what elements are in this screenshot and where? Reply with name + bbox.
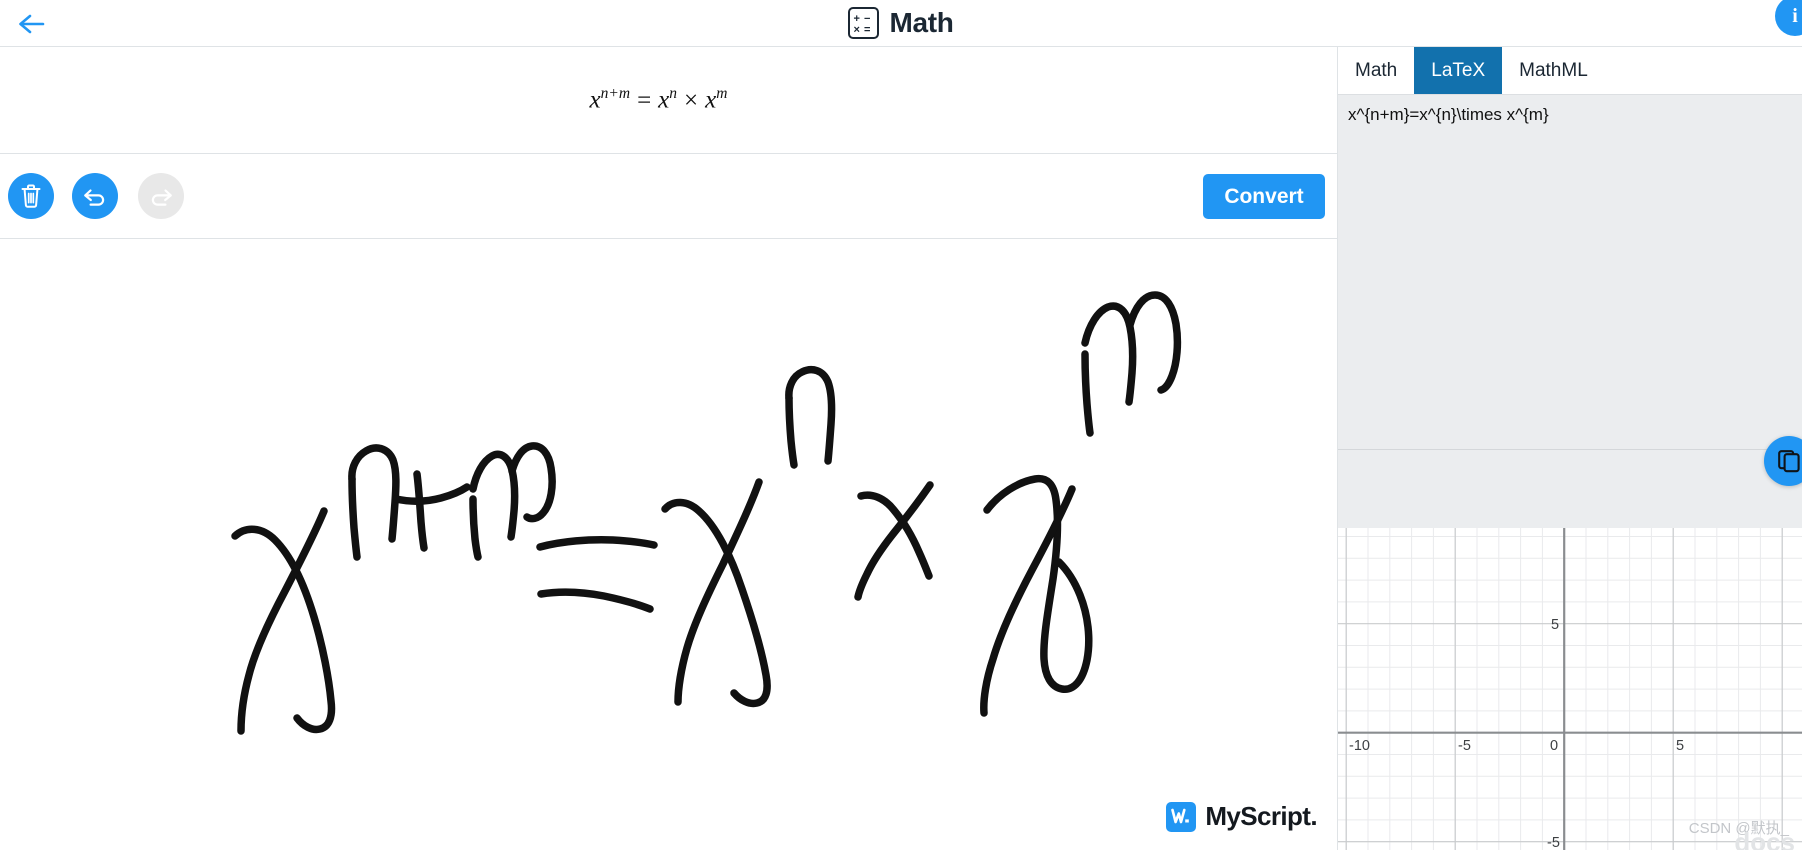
svg-text:=: =	[864, 24, 870, 34]
stroke-x3-slash	[980, 485, 1076, 717]
tab-latex[interactable]: LaTeX	[1414, 47, 1503, 94]
stroke-exp-m3-stem	[1081, 350, 1094, 437]
x-tick-0: 0	[1550, 738, 1558, 754]
graph-svg: -10 -5 0 5 5 -5	[1338, 528, 1802, 850]
myscript-wordmark: MyScript.	[1205, 801, 1317, 831]
result-base-2: x	[658, 86, 670, 114]
x-tick-neg5: -5	[1458, 738, 1471, 754]
app-root: + − × = Math i xn+m = xn × xm Convert My…	[0, 0, 1802, 850]
tab-math[interactable]: Math	[1338, 47, 1415, 94]
stroke-exp-m-stem	[469, 495, 482, 561]
myscript-logo: MyScript.	[1166, 801, 1318, 832]
result-equals: =	[637, 86, 652, 114]
stroke-x1-curve	[231, 525, 336, 734]
panel-secondary-area	[1338, 450, 1802, 528]
ink-canvas[interactable]: MyScript.	[0, 239, 1337, 850]
redo-button[interactable]	[138, 173, 184, 219]
result-exponent-1: n+m	[600, 85, 631, 103]
result-base-1: x	[589, 86, 601, 114]
undo-button[interactable]	[72, 173, 118, 219]
x-tick-5: 5	[1676, 738, 1684, 754]
info-icon-label: i	[1792, 4, 1798, 27]
stroke-exp-n-stem	[348, 475, 361, 561]
undo-arrow-icon	[84, 189, 105, 206]
result-base-3: x	[705, 86, 717, 114]
stroke-exp-n-arch	[348, 444, 400, 543]
stroke-plus-horizontal	[392, 483, 471, 505]
stroke-times-2	[854, 481, 934, 601]
stroke-x3-curve	[983, 474, 1093, 693]
info-button[interactable]: i	[1775, 0, 1802, 36]
trash-icon	[21, 184, 41, 208]
tab-mathml[interactable]: MathML	[1502, 47, 1605, 94]
copy-icon	[1778, 450, 1800, 473]
output-format-tabs: Math LaTeX MathML	[1338, 47, 1802, 94]
rendered-math-expression: xn+m = xn × xm	[590, 85, 728, 114]
page-title: Math	[889, 7, 954, 38]
editor-toolbar: Convert	[0, 154, 1337, 239]
stroke-plus-vertical	[413, 470, 428, 552]
myscript-mark-icon	[1166, 801, 1197, 832]
stroke-exp-m3-arch2	[1126, 291, 1182, 394]
x-tick-neg10: -10	[1349, 738, 1370, 754]
recognized-result-strip: xn+m = xn × xm	[0, 47, 1337, 154]
result-times: ×	[684, 86, 699, 114]
stroke-exp-n2-stem	[785, 394, 798, 469]
stroke-exp-m3-arch1	[1081, 302, 1137, 406]
back-button[interactable]	[12, 6, 52, 42]
svg-text:+: +	[854, 13, 860, 25]
arrow-left-icon	[19, 14, 45, 34]
stroke-exp-m-arch2	[508, 442, 556, 523]
editor-column: xn+m = xn × xm Convert MyScript.	[0, 47, 1337, 850]
svg-text:−: −	[864, 13, 870, 25]
calculator-icon: + − × =	[848, 7, 880, 39]
graph-plot[interactable]: -10 -5 0 5 5 -5 CSDN @默执_ docs	[1338, 528, 1802, 850]
latex-output-text[interactable]: x^{n+m}=x^{n}\times x^{m}	[1338, 94, 1802, 449]
y-tick-neg5: -5	[1547, 835, 1560, 850]
ink-strokes	[231, 291, 1182, 735]
y-tick-5: 5	[1551, 617, 1559, 633]
svg-text:×: ×	[854, 24, 860, 34]
result-exponent-3: m	[716, 85, 728, 103]
convert-button[interactable]: Convert	[1203, 174, 1325, 219]
clear-button[interactable]	[8, 173, 54, 219]
stroke-equals-bottom	[537, 588, 654, 613]
stroke-exp-m-arch1	[469, 450, 519, 541]
output-panel: Math LaTeX MathML x^{n+m}=x^{n}\times x^…	[1337, 47, 1802, 850]
header-title-group: + − × = Math	[0, 0, 1802, 46]
app-header: + − × = Math i	[0, 0, 1802, 47]
stroke-equals-top	[536, 536, 658, 551]
redo-arrow-icon	[151, 189, 172, 206]
